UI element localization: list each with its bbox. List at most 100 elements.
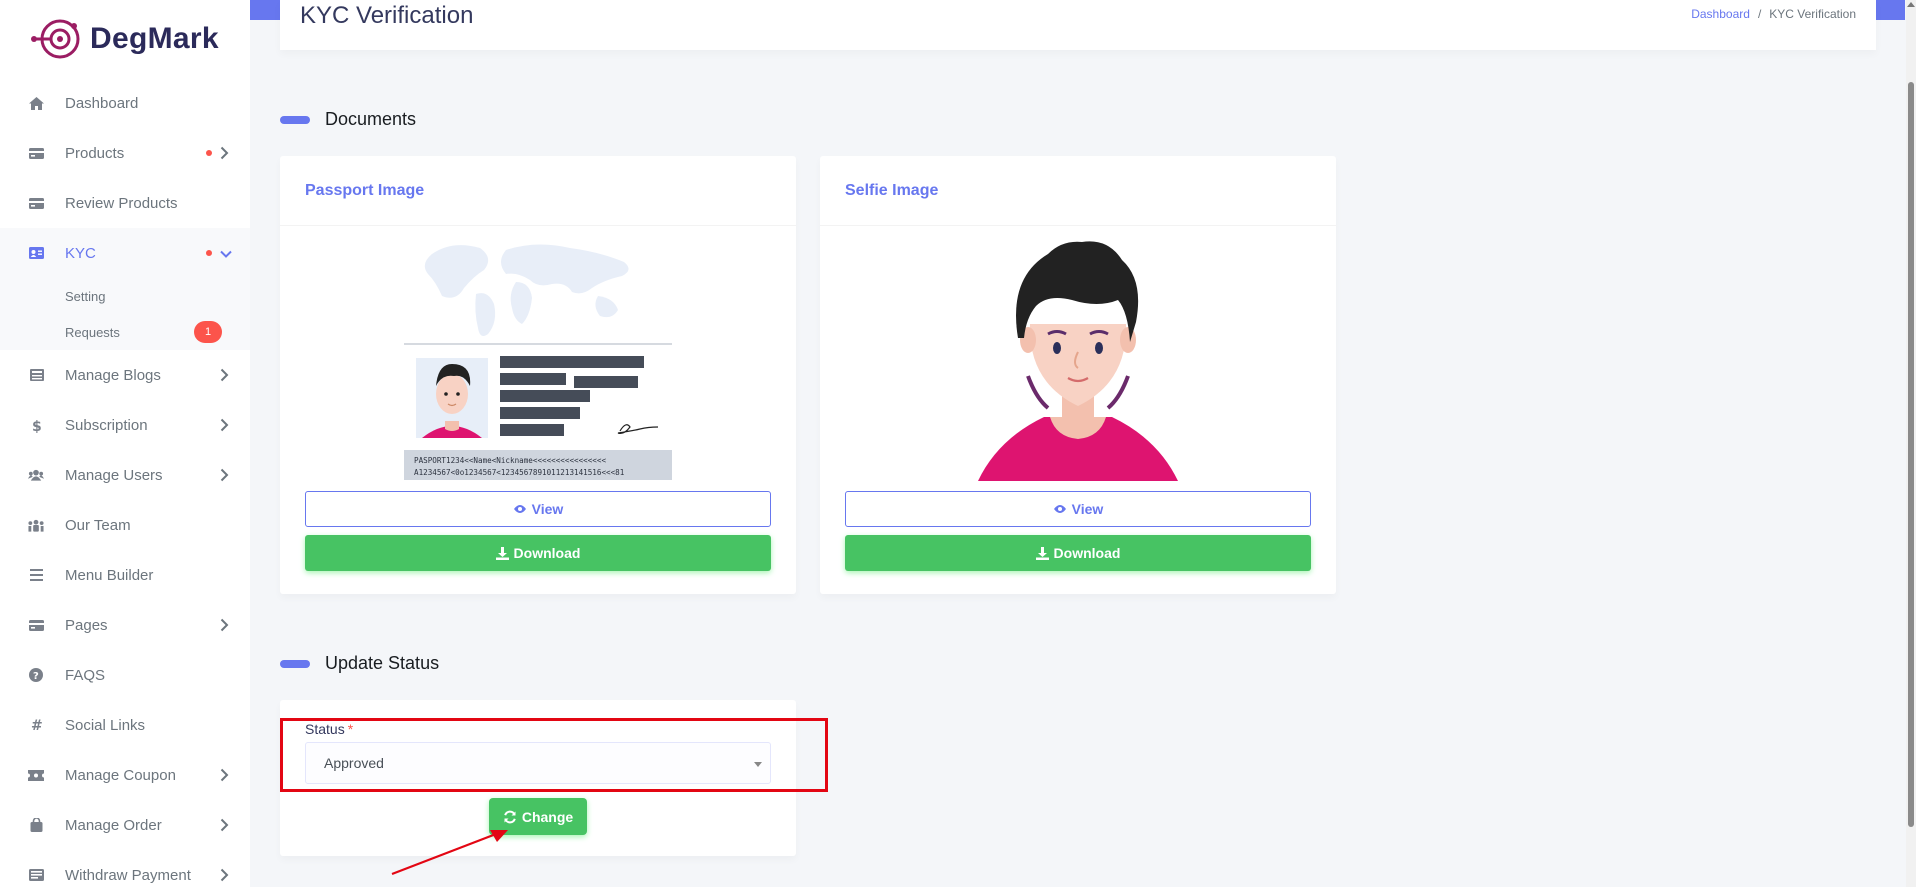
sidebar-item-withdraw-payment[interactable]: Withdraw Payment bbox=[0, 850, 250, 887]
chevron-right-icon bbox=[220, 146, 230, 160]
sidebar-subitem-label: Setting bbox=[65, 288, 106, 304]
id-card-icon bbox=[28, 245, 44, 261]
sidebar-item-pages[interactable]: Pages bbox=[0, 600, 250, 650]
documents-section-title: Documents bbox=[280, 109, 416, 130]
chevron-right-icon bbox=[220, 868, 230, 882]
selfie-view-label: View bbox=[1071, 501, 1104, 517]
hashtag-icon: # bbox=[28, 717, 44, 733]
breadcrumb-separator: / bbox=[1757, 7, 1762, 21]
bag-icon bbox=[28, 817, 44, 833]
sidebar-item-manage-users[interactable]: Manage Users bbox=[0, 450, 250, 500]
passport-download-button[interactable]: Download bbox=[305, 535, 771, 571]
sidebar-item-label: Products bbox=[65, 144, 125, 162]
selfie-download-label: Download bbox=[1053, 545, 1121, 561]
card-icon bbox=[28, 617, 44, 633]
sidebar-item-label: KYC bbox=[65, 244, 96, 262]
documents-title-text: Documents bbox=[325, 109, 417, 129]
section-title-pill bbox=[280, 115, 310, 124]
sidebar-item-social-links[interactable]: # Social Links bbox=[0, 700, 250, 750]
breadcrumb-current: KYC Verification bbox=[1769, 7, 1856, 21]
chevron-right-icon bbox=[220, 818, 230, 832]
count-badge: 1 bbox=[194, 321, 222, 343]
passport-view-label: View bbox=[531, 501, 564, 517]
newspaper-icon bbox=[28, 367, 44, 383]
sidebar-subitem-setting[interactable]: Setting bbox=[0, 278, 250, 314]
sidebar-submenu-kyc: Setting Requests 1 bbox=[0, 278, 250, 350]
chevron-right-icon bbox=[220, 768, 230, 782]
sidebar-item-kyc[interactable]: KYC bbox=[0, 228, 250, 278]
mrz-line-2: A1234567<0o1234567<123456789101121314151… bbox=[414, 468, 625, 477]
selfie-download-button[interactable]: Download bbox=[845, 535, 1311, 571]
update-status-title-text: Update Status bbox=[325, 653, 440, 673]
selfie-card-body: View Download bbox=[820, 226, 1336, 571]
download-icon bbox=[1035, 546, 1049, 560]
sidebar-item-label: Menu Builder bbox=[65, 566, 154, 584]
sidebar-item-label: Manage Users bbox=[65, 466, 163, 484]
svg-text:$: $ bbox=[32, 419, 41, 433]
sidebar-item-manage-blogs[interactable]: Manage Blogs bbox=[0, 350, 250, 400]
sidebar-item-label: Withdraw Payment bbox=[65, 866, 191, 884]
annotation-arrow-icon bbox=[391, 830, 508, 876]
breadcrumb-dashboard-link[interactable]: Dashboard bbox=[1691, 7, 1750, 21]
top-accent bbox=[1875, 0, 1905, 20]
card-icon bbox=[28, 145, 44, 161]
passport-view-button[interactable]: View bbox=[305, 491, 771, 527]
selfie-card: Selfie Image View Download bbox=[820, 156, 1336, 594]
svg-text:?: ? bbox=[33, 671, 39, 682]
sidebar-item-label: Manage Order bbox=[65, 816, 162, 834]
sidebar-menu: Dashboard Products Review Products KYC Setti… bbox=[0, 78, 250, 887]
change-button-label: Change bbox=[521, 808, 574, 825]
sidebar-item-manage-coupon[interactable]: Manage Coupon bbox=[0, 750, 250, 800]
question-icon: ? bbox=[28, 667, 44, 683]
users-icon bbox=[28, 467, 44, 483]
sidebar-item-review-products[interactable]: Review Products bbox=[0, 178, 250, 228]
brand[interactable]: DegMark bbox=[0, 0, 250, 78]
update-status-section-title: Update Status bbox=[280, 653, 439, 674]
chevron-right-icon bbox=[220, 618, 230, 632]
team-icon bbox=[28, 517, 44, 533]
sidebar-item-label: Our Team bbox=[65, 516, 131, 534]
chevron-right-icon bbox=[220, 368, 230, 382]
sidebar: DegMark Dashboard Products Review Products… bbox=[0, 0, 250, 887]
brand-name: DegMark bbox=[90, 22, 219, 55]
sidebar-subitem-requests[interactable]: Requests 1 bbox=[0, 314, 250, 350]
bars-icon bbox=[28, 567, 44, 583]
sidebar-item-label: Social Links bbox=[65, 716, 146, 734]
selfie-view-button[interactable]: View bbox=[845, 491, 1311, 527]
download-icon bbox=[495, 546, 509, 560]
sidebar-item-label: Review Products bbox=[65, 194, 178, 212]
mrz-line-1: PASPORT1234<<Name<Nickname<<<<<<<<<<<<<<… bbox=[414, 456, 606, 465]
sidebar-item-menu-builder[interactable]: Menu Builder bbox=[0, 550, 250, 600]
selfie-card-header: Selfie Image bbox=[820, 156, 1336, 226]
sidebar-item-label: Dashboard bbox=[65, 94, 139, 112]
top-accent bbox=[250, 0, 280, 20]
sidebar-item-dashboard[interactable]: Dashboard bbox=[0, 78, 250, 128]
notification-dot bbox=[206, 150, 212, 156]
wallet-icon bbox=[28, 867, 44, 883]
vertical-scrollbar[interactable] bbox=[1906, 0, 1916, 887]
ticket-icon bbox=[28, 767, 44, 783]
selfie-image[interactable] bbox=[845, 226, 1311, 491]
breadcrumb: Dashboard / KYC Verification bbox=[1691, 7, 1856, 21]
sidebar-item-products[interactable]: Products bbox=[0, 128, 250, 178]
sidebar-item-subscription[interactable]: $ Subscription bbox=[0, 400, 250, 450]
notification-dot bbox=[206, 250, 212, 256]
passport-card-body: PASPORT1234<<Name<Nickname<<<<<<<<<<<<<<… bbox=[280, 226, 796, 571]
passport-image[interactable]: PASPORT1234<<Name<Nickname<<<<<<<<<<<<<<… bbox=[305, 226, 771, 491]
world-map-icon bbox=[424, 244, 629, 336]
sidebar-item-label: Subscription bbox=[65, 416, 148, 434]
sidebar-item-manage-order[interactable]: Manage Order bbox=[0, 800, 250, 850]
brand-logo-icon bbox=[31, 19, 80, 59]
selfie-card-title: Selfie Image bbox=[845, 181, 939, 199]
scroll-up-icon[interactable] bbox=[1907, 2, 1915, 7]
sidebar-item-faqs[interactable]: ? FAQS bbox=[0, 650, 250, 700]
card-icon bbox=[28, 195, 44, 211]
passport-card: Passport Image PASPORT1234<<Name<Nicknam… bbox=[280, 156, 796, 594]
passport-card-title: Passport Image bbox=[305, 181, 425, 199]
scrollbar-thumb[interactable] bbox=[1908, 82, 1914, 827]
sidebar-item-our-team[interactable]: Our Team bbox=[0, 500, 250, 550]
sidebar-item-label: Manage Coupon bbox=[65, 766, 176, 784]
page-title: KYC Verification bbox=[300, 2, 474, 29]
eye-icon bbox=[513, 505, 526, 513]
sidebar-item-label: Pages bbox=[65, 616, 108, 634]
